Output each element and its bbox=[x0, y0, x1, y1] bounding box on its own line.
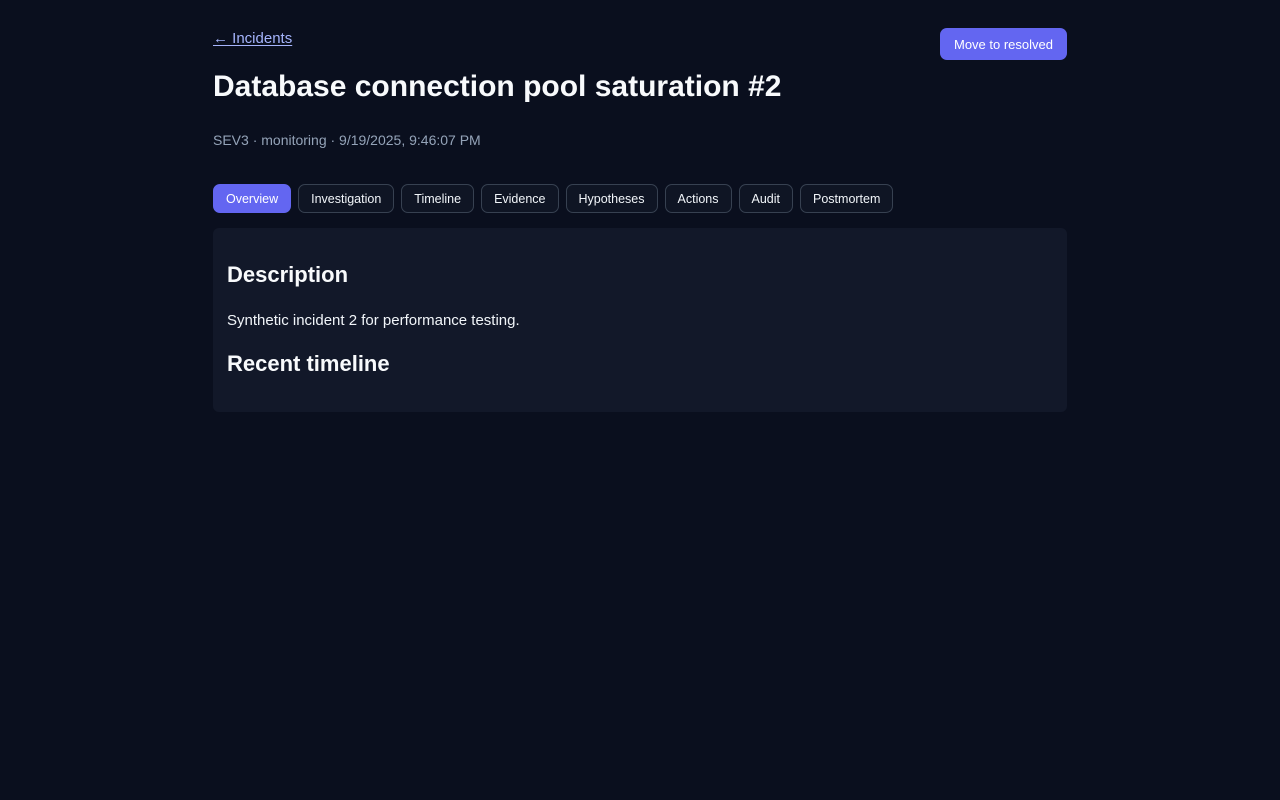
description-text: Synthetic incident 2 for performance tes… bbox=[227, 312, 520, 329]
recent-timeline-heading: Recent timeline bbox=[227, 351, 390, 376]
tab-evidence[interactable]: Evidence bbox=[481, 184, 559, 213]
tab-investigation[interactable]: Investigation bbox=[298, 184, 395, 213]
tab-hypotheses[interactable]: Hypotheses bbox=[565, 184, 658, 213]
move-to-resolved-button[interactable]: Move to resolved bbox=[940, 28, 1067, 60]
tab-actions[interactable]: Actions bbox=[664, 184, 732, 213]
back-to-incidents-link[interactable]: ← Incidents bbox=[213, 30, 292, 47]
overview-panel: Description Synthetic incident 2 for per… bbox=[213, 228, 1067, 412]
tab-audit[interactable]: Audit bbox=[738, 184, 794, 213]
tab-timeline[interactable]: Timeline bbox=[401, 184, 475, 213]
tab-postmortem[interactable]: Postmortem bbox=[800, 184, 894, 213]
tab-overview[interactable]: Overview bbox=[213, 184, 292, 213]
incident-detail-page: ← Incidents Move to resolved Database co… bbox=[213, 0, 1067, 412]
description-heading: Description bbox=[227, 262, 349, 287]
incident-meta: SEV3 · monitoring · 9/19/2025, 9:46:07 P… bbox=[213, 132, 481, 148]
page-title: Database connection pool saturation #2 bbox=[213, 70, 782, 103]
tab-bar: Overview Investigation Timeline Evidence… bbox=[213, 184, 894, 213]
